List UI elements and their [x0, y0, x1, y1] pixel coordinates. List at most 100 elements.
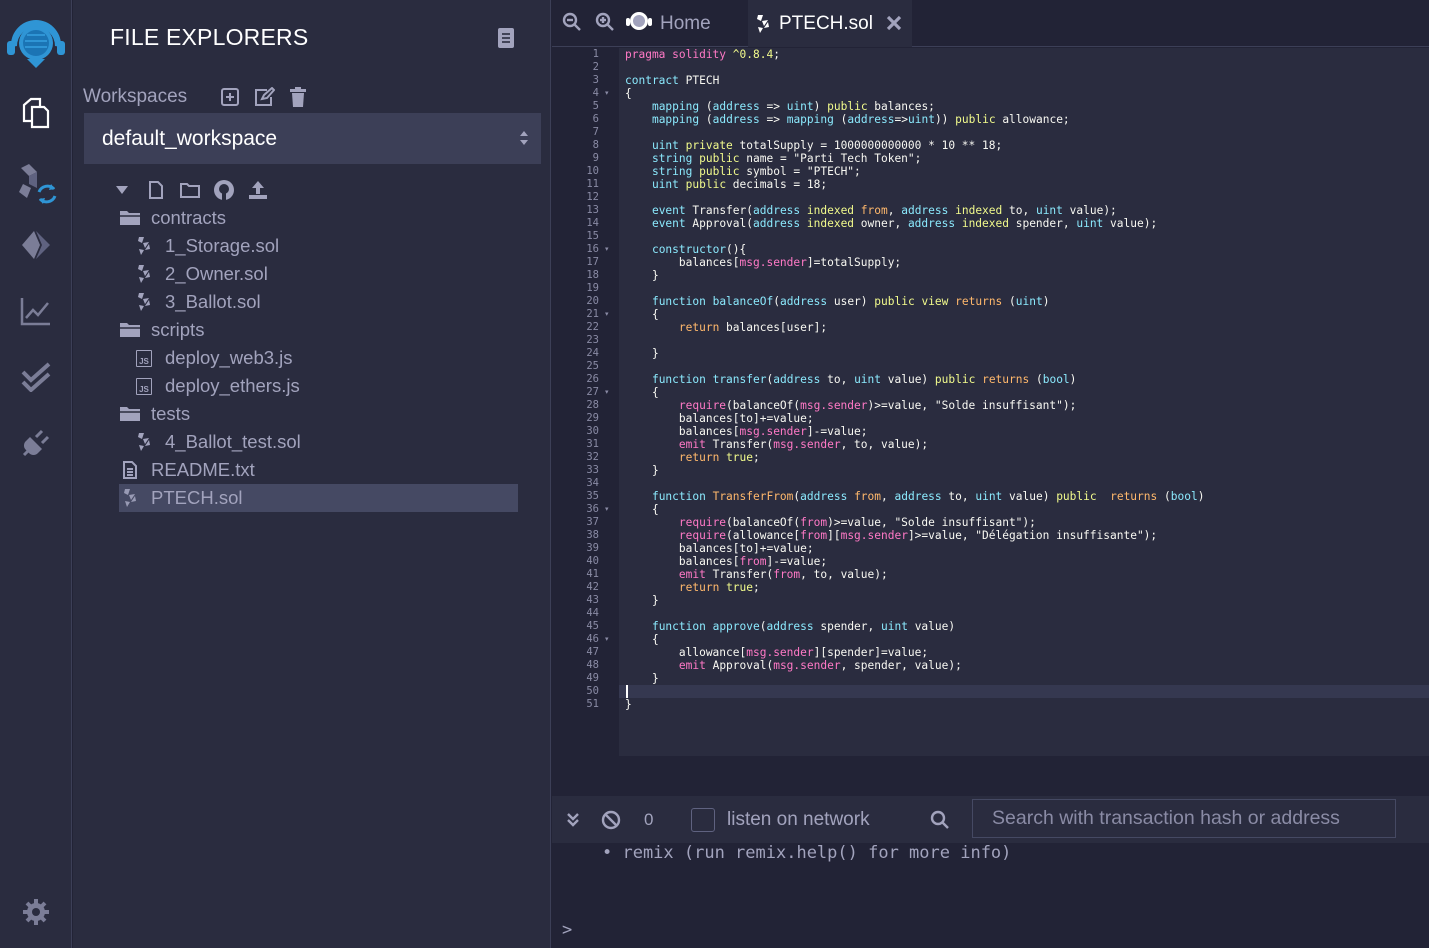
- line-number: 22: [586, 321, 599, 333]
- panel-title: FILE EXPLORERS: [110, 24, 309, 50]
- analytics-icon[interactable]: [0, 286, 72, 336]
- line-number: 18: [586, 269, 599, 281]
- tree-item-label: PTECH.sol: [151, 487, 243, 508]
- line-number: 9: [592, 152, 599, 164]
- fold-toggle-icon[interactable]: ▾: [605, 633, 609, 646]
- fold-toggle-icon[interactable]: ▾: [605, 87, 609, 100]
- tree-file[interactable]: JS deploy_ethers.js: [133, 372, 533, 400]
- line-number: 20: [586, 295, 599, 307]
- terminal-log-line: • remix (run remix.help() for more info): [602, 843, 1012, 863]
- line-number: 39: [586, 542, 599, 554]
- fold-toggle-icon[interactable]: ▾: [605, 243, 609, 256]
- folder-icon: [119, 403, 141, 425]
- line-number: 41: [586, 568, 599, 580]
- line-number: 15: [586, 230, 599, 242]
- code-line: return balances[user];: [678, 321, 828, 334]
- code-line: {: [625, 633, 659, 646]
- code-line: {: [625, 308, 659, 321]
- tree-folder[interactable]: tests: [119, 400, 519, 428]
- code-line: string public symbol = "PTECH";: [651, 165, 861, 178]
- line-number: 40: [586, 555, 599, 567]
- tree-item-label: scripts: [151, 319, 205, 340]
- plugin-icon[interactable]: [0, 418, 72, 468]
- line-number: 45: [586, 620, 599, 632]
- line-number: 28: [586, 399, 599, 411]
- documentation-icon[interactable]: [497, 27, 515, 54]
- line-number: 1: [592, 48, 599, 60]
- line-number: 5: [592, 100, 599, 112]
- tree-folder[interactable]: scripts: [119, 316, 519, 344]
- file-explorer-panel: FILE EXPLORERS Workspaces default_worksp…: [73, 0, 551, 948]
- clear-terminal-icon[interactable]: [601, 796, 621, 843]
- deploy-run-icon[interactable]: [0, 220, 72, 270]
- tree-file[interactable]: 3_Ballot.sol: [133, 288, 533, 316]
- line-number: 19: [586, 282, 599, 294]
- verified-icon[interactable]: [0, 352, 72, 402]
- solidity-file-icon: [133, 431, 155, 453]
- code-line: function balanceOf(address user) public …: [651, 295, 1050, 308]
- line-number: 47: [586, 646, 599, 658]
- fold-toggle-icon[interactable]: ▾: [605, 503, 609, 516]
- code-line: require(balanceOf(msg.sender)>=value, "S…: [678, 399, 1077, 412]
- github-icon[interactable]: [213, 179, 235, 201]
- code-line: allowance[msg.sender][spender]=value;: [625, 646, 929, 659]
- tab-home[interactable]: Home: [626, 0, 711, 47]
- editor-tabs: Home PTECH.sol: [552, 0, 1429, 47]
- line-number: 29: [586, 412, 599, 424]
- code-line: event Transfer(address indexed from, add…: [651, 204, 1117, 217]
- terminal-panel: 0 listen on network Search with transact…: [552, 756, 1429, 948]
- solidity-file-icon: [133, 263, 155, 285]
- rename-workspace-icon[interactable]: [253, 86, 275, 108]
- tree-file[interactable]: 1_Storage.sol: [133, 232, 533, 260]
- zoom-out-icon[interactable]: [562, 12, 582, 37]
- tree-file[interactable]: JS deploy_web3.js: [133, 344, 533, 372]
- line-number: 17: [586, 256, 599, 268]
- tree-file[interactable]: PTECH.sol: [119, 484, 518, 512]
- tree-item-label: README.txt: [151, 459, 255, 480]
- close-tab-icon[interactable]: [886, 15, 902, 37]
- new-folder-icon[interactable]: [179, 179, 201, 201]
- solidity-file-icon: [133, 235, 155, 257]
- tree-file[interactable]: 2_Owner.sol: [133, 260, 533, 288]
- code-line: function TransferFrom(address from, addr…: [651, 490, 1205, 503]
- listen-network-checkbox[interactable]: [691, 807, 715, 832]
- line-number-gutter: 1 2 3 4 ▾ 5 6 7 8 9 10 11 12 13 14 15 16 ▾ 17 18 19 20 21 ▾ 22 23…: [555, 48, 619, 756]
- collapse-caret-icon[interactable]: [111, 179, 133, 201]
- terminal-prompt[interactable]: >: [562, 920, 572, 940]
- line-number: 3: [592, 74, 599, 86]
- search-icon[interactable]: [930, 796, 950, 843]
- tree-folder[interactable]: contracts: [119, 204, 519, 232]
- create-workspace-icon[interactable]: [219, 86, 241, 108]
- solidity-compiler-icon[interactable]: [0, 160, 72, 210]
- fold-toggle-icon[interactable]: ▾: [605, 308, 609, 321]
- workspace-select-value: default_workspace: [102, 126, 278, 150]
- code-line: function transfer(address to, uint value…: [651, 373, 1077, 386]
- tab-ptech-sol[interactable]: PTECH.sol: [748, 0, 912, 47]
- code-line: contract PTECH: [625, 74, 720, 87]
- workspace-select[interactable]: default_workspace: [84, 113, 541, 164]
- delete-workspace-icon[interactable]: [287, 86, 309, 108]
- code-line: {: [625, 87, 632, 100]
- line-number: 11: [586, 178, 599, 190]
- remix-logo-icon[interactable]: [0, 14, 72, 70]
- file-explorer-icon[interactable]: [0, 88, 72, 138]
- zoom-in-icon[interactable]: [595, 12, 615, 37]
- tree-item-label: tests: [151, 403, 191, 424]
- new-file-icon[interactable]: [145, 179, 167, 201]
- tx-search-input[interactable]: Search with transaction hash or address: [972, 799, 1396, 838]
- code-editor[interactable]: 1 2 3 4 ▾ 5 6 7 8 9 10 11 12 13 14 15 16 ▾ 17 18 19 20 21 ▾ 22 23…: [555, 48, 1429, 756]
- collapse-terminal-icon[interactable]: [566, 796, 580, 843]
- tree-item-label: 3_Ballot.sol: [165, 291, 261, 312]
- listen-network-checkbox-wrapper[interactable]: [691, 796, 715, 843]
- settings-icon[interactable]: [0, 887, 72, 937]
- code-line: balances[msg.sender]-=value;: [625, 425, 868, 438]
- code-line: balances[to]+=value;: [625, 412, 814, 425]
- upload-icon[interactable]: [247, 179, 269, 201]
- line-number: 2: [592, 61, 599, 73]
- line-number: 14: [586, 217, 599, 229]
- tree-file[interactable]: 4_Ballot_test.sol: [133, 428, 533, 456]
- line-number: 6: [592, 113, 599, 125]
- code-line: }: [625, 464, 659, 477]
- fold-toggle-icon[interactable]: ▾: [605, 386, 609, 399]
- tree-file[interactable]: README.txt: [119, 456, 519, 484]
